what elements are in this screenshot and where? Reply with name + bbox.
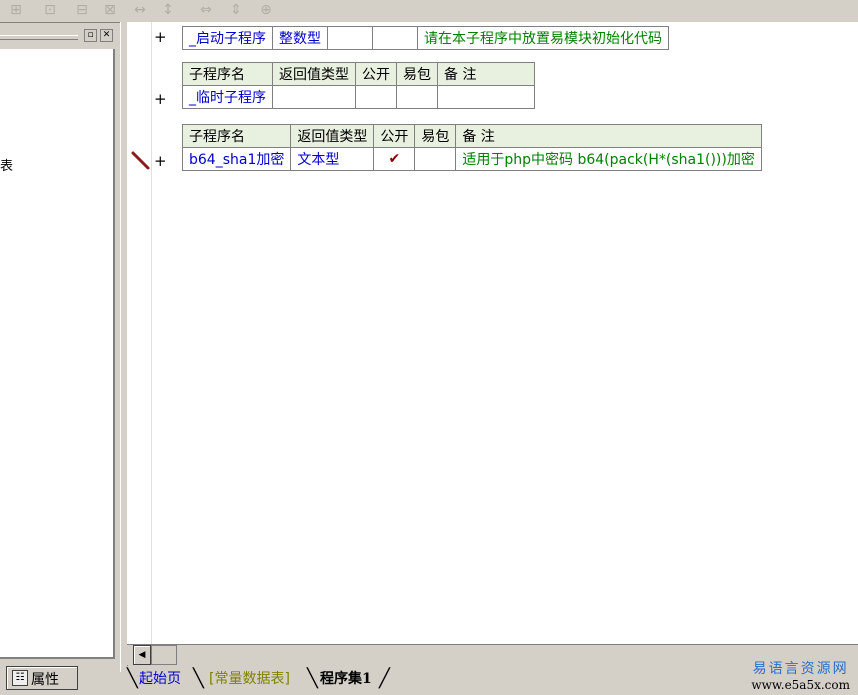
horizontal-scrollbar[interactable]: ◀ [127, 644, 858, 665]
expand-icon[interactable]: + [154, 90, 167, 108]
sub-name-cell[interactable]: _启动子程序 [182, 26, 273, 50]
table-header-row: 子程序名 返回值类型 公开 易包 备 注 [182, 62, 535, 86]
panel-titlebar: ▫ ✕ [0, 27, 118, 43]
watermark: 易语言资源网 www.e5a5x.com [751, 658, 850, 692]
same-width-icon[interactable]: ⇔ [196, 1, 216, 19]
properties-icon: ☷ [12, 670, 28, 686]
table-row[interactable]: _启动子程序 整数型 请在本子程序中放置易模块初始化代码 [182, 26, 669, 50]
vertical-space-icon[interactable]: ↕ [158, 1, 178, 19]
table-header-row: 子程序名 返回值类型 公开 易包 备 注 [181, 124, 762, 148]
properties-tab[interactable]: ☷ 属性 [6, 666, 78, 690]
public-cell[interactable] [327, 26, 373, 50]
tree-item-partial[interactable]: 表 [0, 155, 13, 174]
return-type-cell[interactable]: 整数型 [272, 26, 328, 50]
subroutine-table: _启动子程序 整数型 请在本子程序中放置易模块初始化代码 [182, 26, 669, 50]
code-editor[interactable]: + + + _启动子程序 整数型 请在本子程序中放置易模块初始化代码 子程序名 … [127, 22, 858, 644]
scroll-left-icon[interactable]: ◀ [133, 645, 151, 665]
left-panel: ▫ ✕ 表 [0, 23, 120, 663]
header-cell: 子程序名 [182, 62, 273, 86]
align-center-icon[interactable]: ⊡ [40, 1, 60, 19]
watermark-title: 易语言资源网 [752, 661, 849, 677]
header-cell: 子程序名 [181, 124, 292, 148]
easy-pack-cell[interactable] [396, 85, 438, 109]
tab-separator: ╱ [379, 668, 390, 689]
tab-start-page[interactable]: 起始页 [139, 667, 181, 691]
document-tabs: ╲ 起始页 ╲ [常量数据表] ╲ 程序集1 ╱ [127, 666, 858, 695]
tab-separator: ╲ [307, 668, 318, 689]
table-row[interactable]: _临时子程序 [182, 85, 535, 109]
return-type-cell[interactable]: 文本型 [290, 147, 375, 171]
tab-separator: ╲ [127, 668, 138, 689]
header-cell: 公开 [373, 124, 416, 148]
align-justify-icon[interactable]: ⊠ [100, 1, 120, 19]
header-cell: 易包 [414, 124, 457, 148]
tab-separator: ╲ [193, 668, 204, 689]
easy-pack-cell[interactable] [372, 26, 418, 50]
align-right-icon[interactable]: ⊟ [72, 1, 92, 19]
easy-pack-cell[interactable] [414, 147, 457, 171]
tab-program-set-1[interactable]: 程序集1 [320, 667, 372, 691]
horizontal-space-icon[interactable]: ↔ [130, 1, 150, 19]
header-cell: 返回值类型 [272, 62, 356, 86]
note-cell[interactable]: 适用于php中密码 b64(pack(H*(sha1()))加密 [455, 147, 762, 171]
sub-name-cell[interactable]: b64_sha1加密 [181, 147, 292, 171]
header-cell: 备 注 [437, 62, 535, 86]
properties-tab-label: 属性 [31, 672, 59, 688]
panel-grip [0, 35, 78, 40]
header-cell: 返回值类型 [290, 124, 375, 148]
same-size-icon[interactable]: ⊕ [256, 1, 276, 19]
expand-icon[interactable]: + [154, 152, 167, 170]
restore-icon[interactable]: ▫ [84, 29, 97, 42]
header-cell: 公开 [355, 62, 397, 86]
table-row[interactable]: b64_sha1加密 文本型 ✔ 适用于php中密码 b64(pack(H*(s… [181, 147, 762, 171]
note-cell[interactable] [437, 85, 535, 109]
scroll-thumb[interactable] [151, 645, 177, 665]
same-height-icon[interactable]: ⇕ [226, 1, 246, 19]
close-icon[interactable]: ✕ [100, 29, 113, 42]
note-cell[interactable]: 请在本子程序中放置易模块初始化代码 [417, 26, 669, 50]
expand-icon[interactable]: + [154, 28, 167, 46]
align-left-icon[interactable]: ⊞ [6, 1, 26, 19]
public-checkmark-cell[interactable]: ✔ [373, 147, 416, 171]
watermark-url: www.e5a5x.com [751, 678, 850, 692]
header-cell: 易包 [396, 62, 438, 86]
subroutine-table: 子程序名 返回值类型 公开 易包 备 注 _临时子程序 [182, 62, 535, 109]
pencil-icon [131, 151, 150, 170]
header-cell: 备 注 [455, 124, 762, 148]
subroutine-table: 子程序名 返回值类型 公开 易包 备 注 b64_sha1加密 文本型 ✔ 适用… [181, 124, 762, 171]
tab-constants-table[interactable]: [常量数据表] [209, 667, 290, 691]
toolbar: ⊞ ⊡ ⊟ ⊠ ↔ ↕ ⇔ ⇕ ⊕ [0, 0, 858, 23]
panel-tree[interactable]: 表 [0, 49, 115, 659]
editor-gutter [127, 22, 152, 644]
return-type-cell[interactable] [272, 85, 356, 109]
public-cell[interactable] [355, 85, 397, 109]
sub-name-cell[interactable]: _临时子程序 [182, 85, 273, 109]
